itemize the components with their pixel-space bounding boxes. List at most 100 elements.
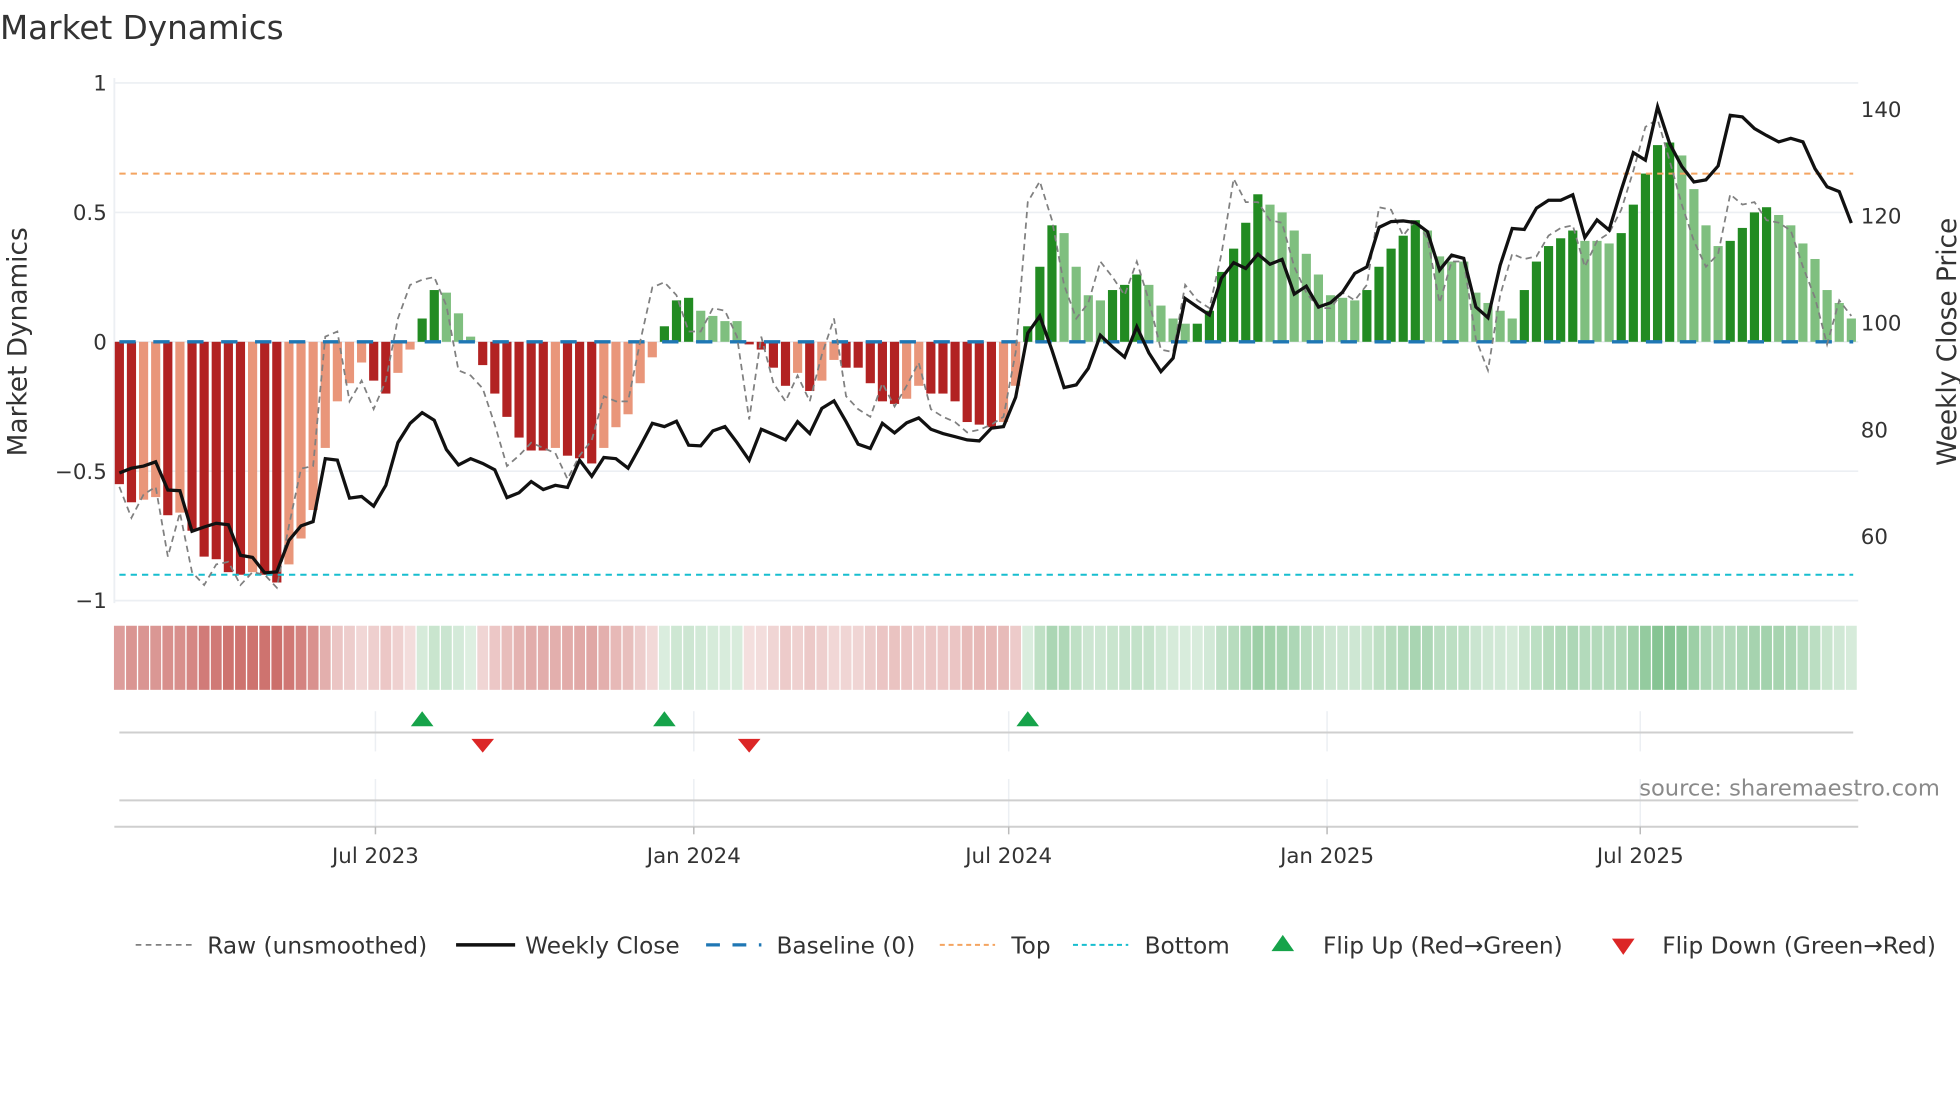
dynamics-bar bbox=[417, 318, 427, 342]
dynamics-bar bbox=[877, 341, 887, 402]
legend-close-label: Weekly Close bbox=[525, 933, 680, 960]
flip-up-icon bbox=[1271, 934, 1295, 952]
chart-title: Market Dynamics bbox=[0, 9, 284, 47]
heat-strip-cell bbox=[1518, 625, 1530, 690]
dynamics-bar bbox=[1725, 240, 1735, 342]
dynamics-bar bbox=[1677, 155, 1687, 342]
dynamics-bar bbox=[211, 341, 221, 560]
heat-strip-cell bbox=[549, 625, 561, 690]
heat-strip-cell bbox=[465, 625, 477, 690]
dynamics-bar bbox=[1556, 238, 1566, 342]
heat-strip-cell bbox=[1337, 625, 1349, 690]
legend-item-flip-up: Flip Up (Red→Green) bbox=[1271, 933, 1563, 960]
y2-tick-label: 60 bbox=[1861, 525, 1888, 550]
heat-strip-cell bbox=[622, 625, 634, 690]
heat-strip-cell bbox=[489, 625, 501, 690]
y-tick-label: −0.5 bbox=[55, 460, 107, 485]
heat-strip-cell bbox=[1373, 625, 1385, 690]
heat-strip-cell bbox=[1785, 625, 1797, 690]
heat-strip-cell bbox=[513, 625, 525, 690]
heat-strip-cell bbox=[1664, 625, 1676, 690]
dynamics-bar bbox=[1592, 240, 1602, 342]
dynamics-bar bbox=[1241, 222, 1251, 342]
heat-strip-cell bbox=[1724, 625, 1736, 690]
heat-strip-cell bbox=[1761, 625, 1772, 690]
heat-strip-cell bbox=[864, 625, 876, 690]
dynamics-bar bbox=[1761, 207, 1772, 342]
dynamics-bar bbox=[1713, 246, 1723, 342]
heat-strip-cell bbox=[731, 625, 743, 690]
heat-strip-cell bbox=[247, 625, 258, 690]
dynamics-bar bbox=[647, 341, 657, 358]
dynamics-bar bbox=[429, 290, 439, 342]
heat-strip-cell bbox=[1385, 625, 1397, 690]
dynamics-bar bbox=[453, 313, 464, 342]
x-ticks: Jul 2023 Jan 2024 Jul 2024 Jan 2025 Jul 2025 bbox=[330, 826, 1684, 869]
heat-strip-cell bbox=[574, 625, 586, 690]
heat-strip-cell bbox=[1070, 625, 1082, 690]
heat-strip-cell bbox=[1543, 625, 1554, 690]
dynamics-bar bbox=[320, 341, 330, 448]
heat-strip-cell bbox=[1506, 625, 1518, 690]
dynamics-bar bbox=[1665, 142, 1675, 342]
heat-strip-cell bbox=[222, 625, 234, 690]
dynamics-bar bbox=[1810, 258, 1820, 342]
heat-strip-cell bbox=[961, 625, 973, 690]
heat-strip-cell bbox=[1422, 625, 1433, 690]
y2-tick-label: 80 bbox=[1861, 418, 1888, 443]
dynamics-bar bbox=[357, 341, 367, 363]
dynamics-bar bbox=[780, 341, 791, 386]
heat-strip-cell bbox=[1082, 625, 1094, 690]
dynamics-bar bbox=[938, 341, 948, 394]
dynamics-bar bbox=[126, 341, 137, 503]
heat-strip-cell bbox=[671, 625, 682, 690]
dynamics-bar bbox=[1253, 194, 1263, 342]
dynamics-bar bbox=[1652, 145, 1663, 342]
heat-strip-cell bbox=[1615, 625, 1627, 690]
heat-strip-cell bbox=[319, 625, 331, 690]
dynamics-bar bbox=[841, 341, 851, 368]
heat-strip-cell bbox=[646, 625, 658, 690]
heat-strip-cell bbox=[428, 625, 440, 690]
heat-strip-cell bbox=[889, 625, 900, 690]
heat-strip-cell bbox=[271, 625, 283, 690]
dynamics-bar bbox=[1543, 246, 1554, 342]
heat-strip-cell bbox=[1773, 625, 1785, 690]
market-dynamics-chart: Market Dynamics Market Dynamics Weekly C… bbox=[0, 9, 1960, 960]
weekly-close-line bbox=[118, 100, 1853, 575]
dynamics-bar bbox=[1180, 323, 1190, 342]
heat-strip-cell bbox=[368, 625, 380, 690]
heat-strip-cell bbox=[113, 625, 125, 690]
heat-strip-cell bbox=[295, 625, 307, 690]
flip-down-icon bbox=[1611, 938, 1635, 955]
dynamics-bar bbox=[1265, 204, 1275, 342]
x-tick-label: Jul 2024 bbox=[963, 844, 1052, 869]
dynamics-bar bbox=[562, 341, 573, 456]
heat-strip-cell bbox=[1022, 625, 1034, 690]
y2-ticks: 140 120 100 80 60 bbox=[1861, 98, 1902, 550]
heat-strip-cell bbox=[1252, 625, 1264, 690]
heat-strip-cell bbox=[1712, 625, 1724, 690]
dynamics-bar bbox=[248, 341, 258, 573]
dynamics-bar bbox=[1083, 295, 1093, 342]
legend-item-baseline: Baseline (0) bbox=[706, 933, 915, 960]
heat-strip-cell bbox=[634, 625, 646, 690]
dynamics-bar bbox=[1047, 225, 1057, 342]
dynamics-bar bbox=[550, 341, 560, 448]
dynamics-bar bbox=[1362, 290, 1372, 342]
legend-top-label: Top bbox=[1010, 933, 1050, 960]
dynamics-bar bbox=[260, 341, 270, 575]
dynamics-bar bbox=[889, 341, 900, 404]
dynamics-bar bbox=[1035, 266, 1045, 342]
legend-item-close: Weekly Close bbox=[456, 933, 680, 960]
heat-strip-cell bbox=[1627, 625, 1639, 690]
flip-down-marker bbox=[471, 738, 495, 753]
legend-flip-down-label: Flip Down (Green→Red) bbox=[1662, 933, 1936, 960]
raw-unsmoothed-line bbox=[118, 117, 1853, 590]
gridlines bbox=[114, 82, 1859, 827]
heat-strip-cell bbox=[719, 625, 731, 690]
legend-baseline-label: Baseline (0) bbox=[776, 933, 915, 960]
y2-tick-label: 120 bbox=[1861, 205, 1902, 230]
y-tick-label: 0.5 bbox=[73, 201, 107, 226]
heat-strip-cell bbox=[150, 625, 162, 690]
